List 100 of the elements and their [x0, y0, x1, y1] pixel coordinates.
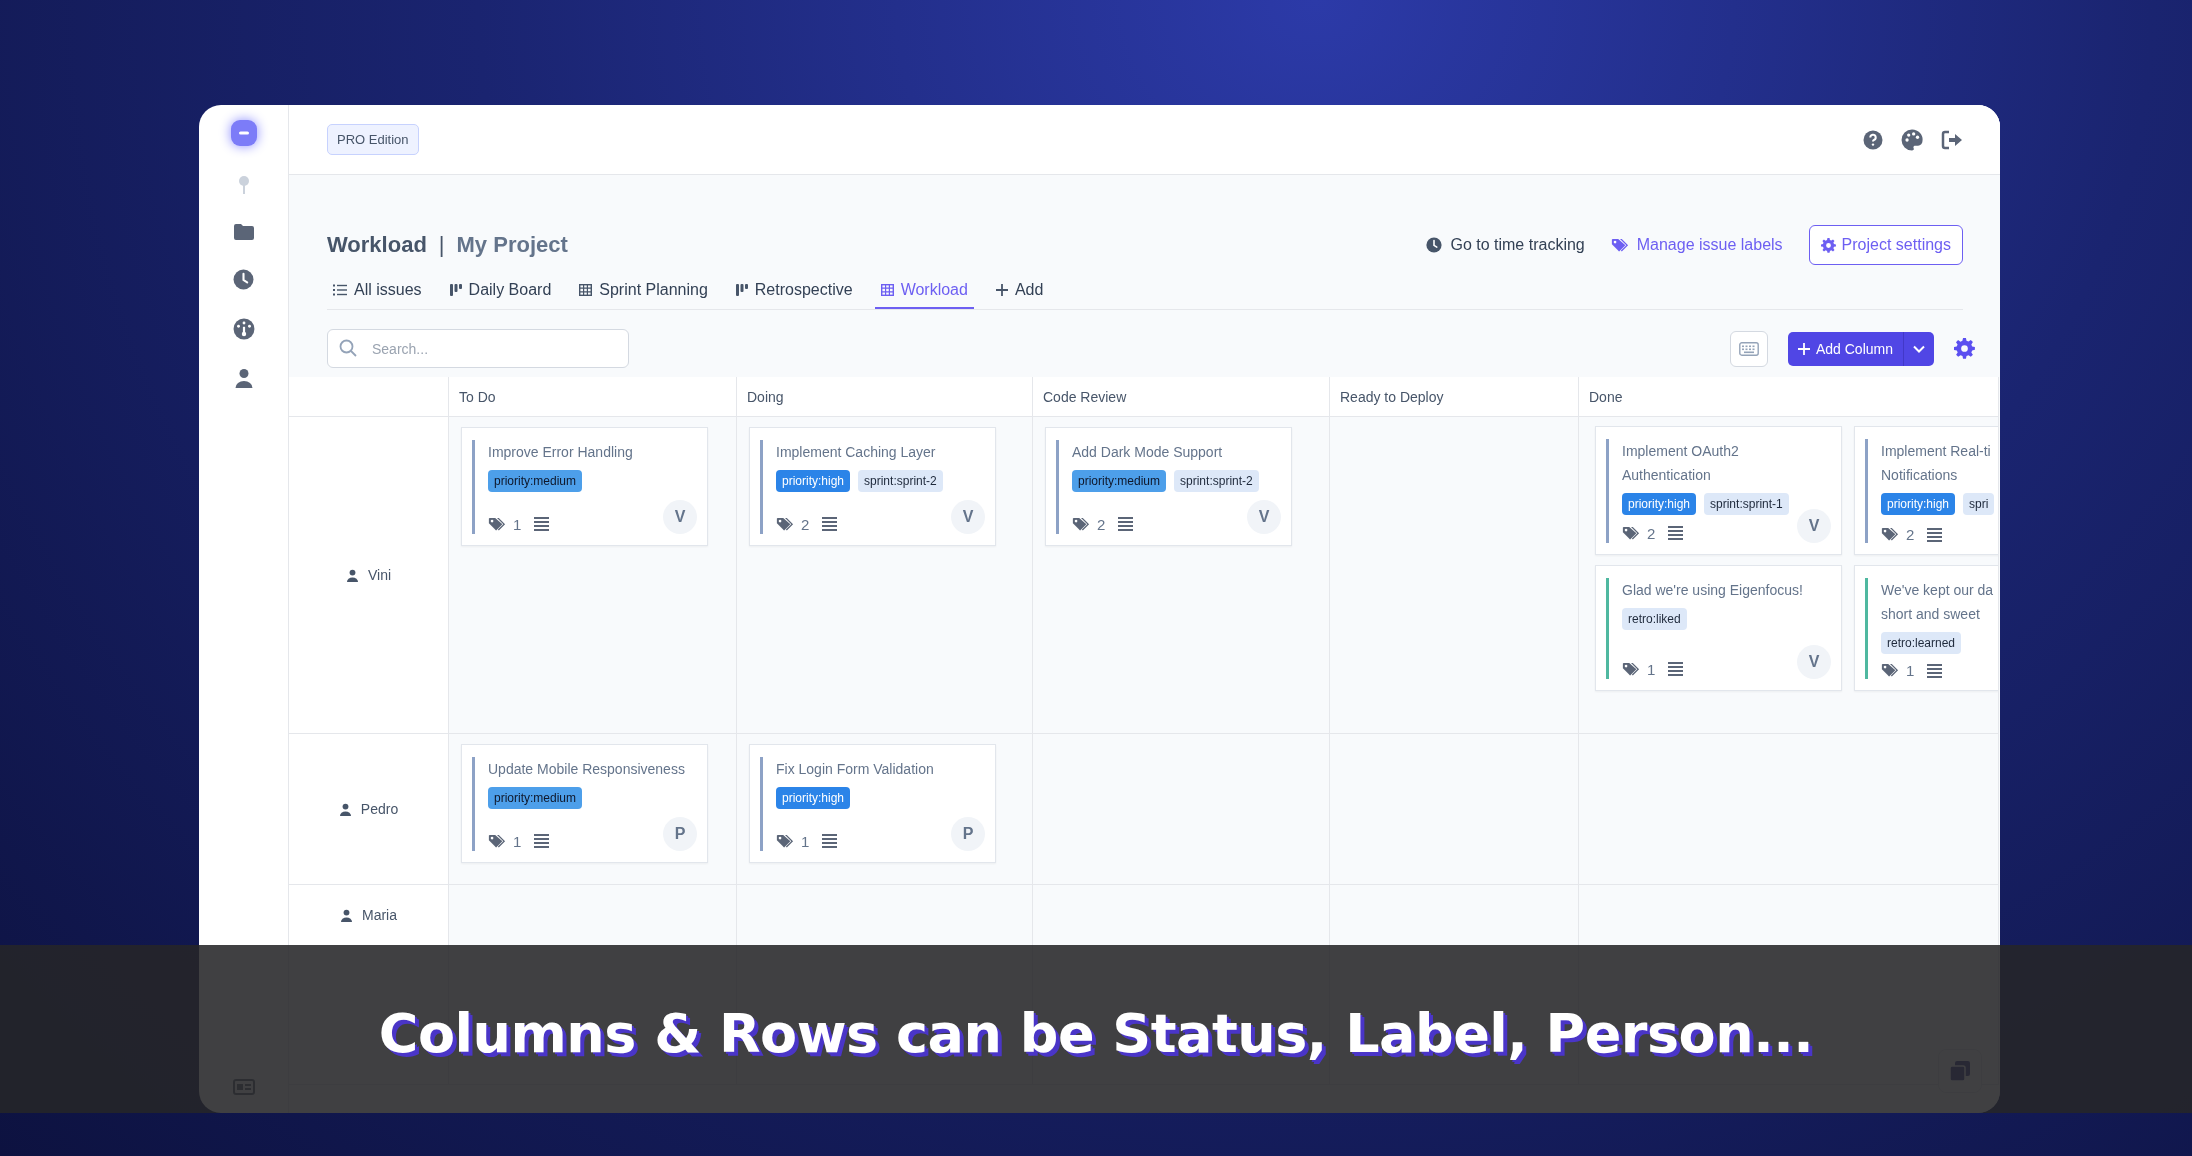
column-header: To Do — [449, 377, 737, 417]
row-person: Vini — [367, 567, 392, 583]
list-icon — [333, 284, 347, 296]
view-tab[interactable]: Daily Board — [443, 273, 558, 309]
tag-icon — [1881, 663, 1899, 678]
plus-icon — [1797, 342, 1810, 355]
label-count: 1 — [513, 832, 522, 850]
person-icon — [340, 908, 353, 922]
search-icon — [339, 339, 357, 357]
project-settings-button[interactable]: Project settings — [1808, 225, 1963, 265]
help-icon[interactable] — [1863, 129, 1883, 150]
label-tag: sprint:sprint-2 — [1174, 470, 1259, 492]
tag-icon — [488, 516, 506, 532]
avatar: V — [1247, 500, 1281, 534]
label-tag: priority:high — [1622, 493, 1697, 515]
gear-icon — [1820, 237, 1836, 253]
edition-badge: PRO Edition — [327, 124, 419, 155]
view-tab[interactable]: Sprint Planning — [573, 273, 714, 309]
issue-card[interactable]: Update Mobile Responsiveness priority:medium 1 P — [461, 744, 708, 863]
row-person: Maria — [362, 907, 397, 923]
issue-card[interactable]: Implement Real-ti Notifications priority:high spri 2 — [1854, 426, 1998, 555]
label-tag: retro:learned — [1881, 632, 1962, 654]
tag-icon — [776, 833, 794, 849]
label-count: 1 — [1647, 660, 1656, 678]
tag-icon — [1622, 661, 1640, 677]
table-icon — [579, 284, 593, 296]
settings-icon — [1954, 338, 1975, 359]
label-count: 1 — [1906, 662, 1915, 679]
board-settings-button[interactable] — [1954, 338, 1975, 359]
label-count: 1 — [801, 832, 810, 850]
avatar: V — [663, 500, 697, 534]
search-field[interactable]: Search... — [327, 329, 629, 368]
dashboard-icon[interactable] — [232, 318, 255, 340]
keyboard-button[interactable] — [1729, 330, 1768, 367]
person-icon — [338, 802, 352, 816]
issue-card[interactable]: Implement Caching Layer priority:high sprint:sprint-2 2 V — [749, 427, 996, 546]
tag-icon — [1881, 527, 1899, 542]
view-tab[interactable]: Retrospective — [729, 273, 859, 309]
person-icon — [345, 568, 359, 582]
card-title: Implement Real-ti Notifications — [1881, 442, 1992, 485]
card-title: Fix Login Form Validation — [776, 760, 935, 779]
label-tag: sprint:sprint-2 — [858, 470, 943, 492]
label-count: 2 — [1647, 524, 1656, 542]
issue-card[interactable]: Implement OAuth2 Authentication priority:high sprint:sprint-1 2 V — [1595, 426, 1842, 555]
label-count: 2 — [1906, 526, 1915, 543]
clock-icon[interactable] — [1426, 237, 1443, 253]
avatar: V — [1797, 509, 1831, 543]
title-separator: | — [438, 232, 445, 258]
manage-labels-link[interactable]: Manage issue labels — [1610, 236, 1783, 254]
view-tab[interactable]: Add — [989, 273, 1050, 309]
description-icon — [534, 517, 550, 531]
board-icon — [735, 284, 748, 296]
label-tag: priority:high — [776, 787, 851, 809]
caption: Columns & Rows can be Status, Label, Person... — [378, 1001, 1814, 1065]
description-icon — [1668, 662, 1684, 676]
table-icon — [880, 284, 894, 296]
page-title: Workload — [327, 232, 427, 258]
caret-icon — [1913, 344, 1925, 353]
label-tag: priority:medium — [488, 470, 583, 492]
issue-card[interactable]: Improve Error Handling priority:medium 1 V — [461, 427, 708, 546]
logo-icon[interactable] — [229, 119, 258, 147]
description-icon — [822, 517, 838, 531]
plus-icon — [995, 284, 1008, 296]
description-icon — [1668, 526, 1684, 540]
avatar: P — [663, 817, 697, 851]
label-count: 1 — [513, 515, 522, 533]
clock-icon[interactable] — [233, 269, 254, 290]
time-tracking-link[interactable]: Go to time tracking — [1426, 236, 1585, 254]
avatar: V — [951, 500, 985, 534]
view-tab[interactable]: Workload — [874, 273, 974, 309]
card-title: We've kept our da short and sweet — [1881, 581, 1995, 624]
label-count: 2 — [1097, 515, 1106, 533]
issue-card[interactable]: Add Dark Mode Support priority:medium sprint:sprint-2 2 V — [1045, 427, 1292, 546]
row-person: Pedro — [360, 801, 399, 817]
description-icon — [534, 834, 550, 848]
folder-icon[interactable] — [232, 223, 255, 241]
keyboard-icon — [1738, 341, 1759, 356]
label-tag: retro:liked — [1622, 608, 1687, 630]
avatar: P — [951, 817, 985, 851]
label-tag: priority:medium — [488, 787, 583, 809]
view-tab[interactable]: All issues — [327, 273, 428, 309]
label-tag: spri — [1963, 493, 1995, 515]
label-tag: sprint:sprint-1 — [1704, 493, 1789, 515]
issue-card[interactable]: We've kept our da short and sweet retro:learned 1 — [1854, 565, 1998, 691]
description-icon — [822, 834, 838, 848]
label-tag: priority:high — [1881, 493, 1956, 515]
label-count: 2 — [801, 515, 810, 533]
sign-out-icon[interactable] — [1941, 129, 1963, 150]
person-icon[interactable] — [233, 368, 254, 388]
issue-card[interactable]: Glad we're using Eigenfocus! retro:liked 1 V — [1595, 565, 1842, 691]
palette-icon[interactable] — [1901, 128, 1923, 151]
tag-icon — [1610, 237, 1629, 253]
issue-card[interactable]: Fix Login Form Validation priority:high 1 P — [749, 744, 996, 863]
project-name: My Project — [456, 232, 568, 258]
card-title: Improve Error Handling — [488, 443, 634, 462]
board-icon — [449, 284, 462, 296]
card-title: Implement OAuth2 Authentication — [1622, 442, 1740, 485]
avatar: V — [1797, 645, 1831, 679]
column-header: Code Review — [1033, 377, 1330, 417]
column-header: Done — [1579, 377, 1999, 417]
